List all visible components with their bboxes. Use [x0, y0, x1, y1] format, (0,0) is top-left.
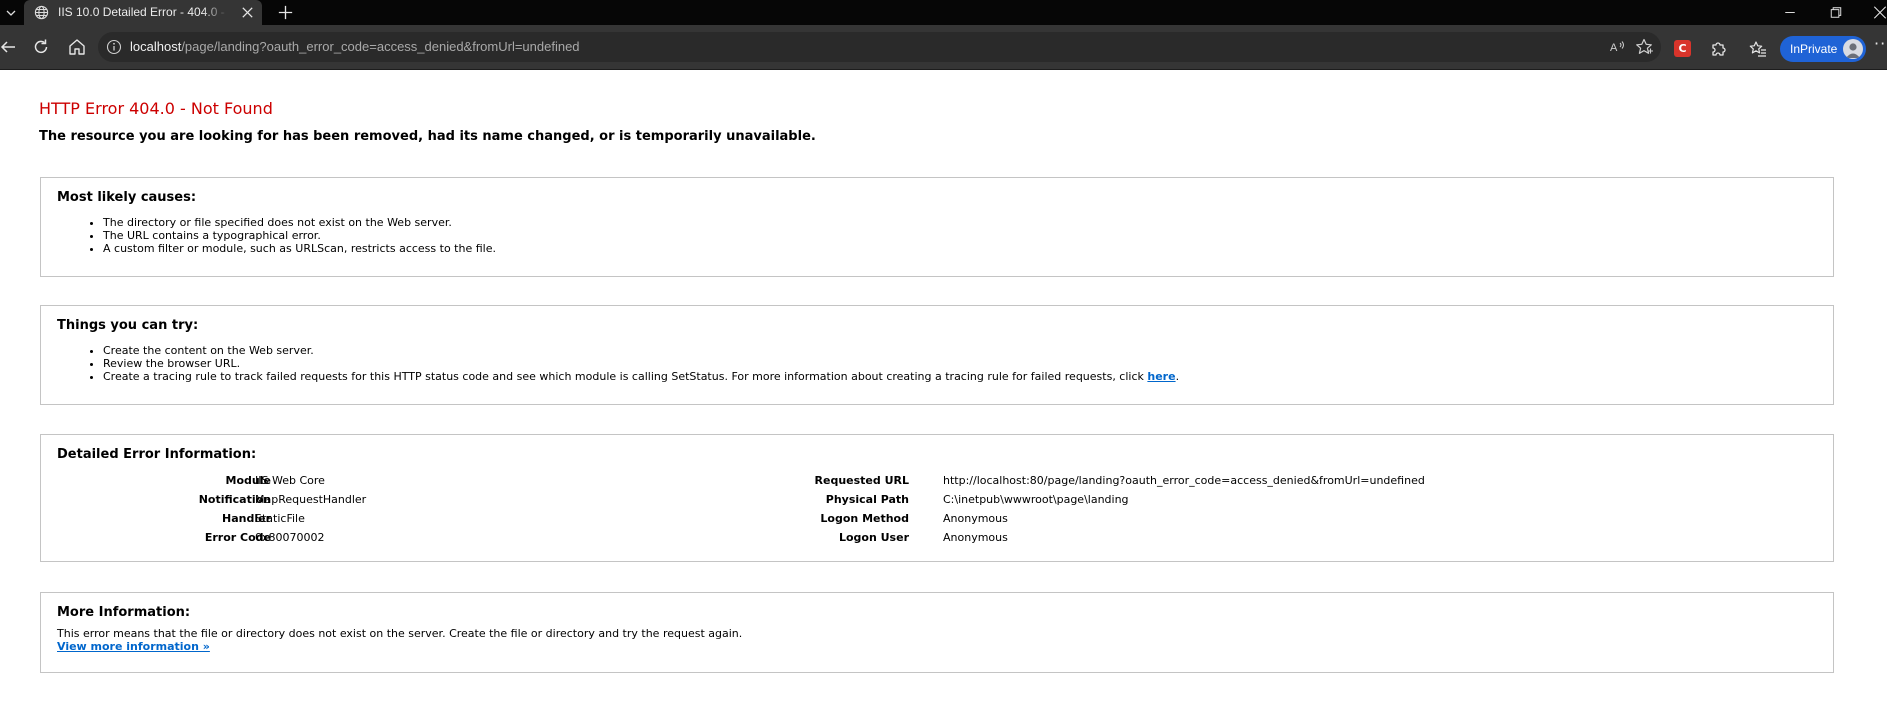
url-text: localhost/page/landing?oauth_error_code=… — [130, 32, 580, 62]
logon-user-label: Logon User — [838, 531, 909, 544]
url-host: localhost — [130, 39, 182, 54]
browser-toolbar: localhost/page/landing?oauth_error_code=… — [0, 25, 1887, 70]
tab-menu-icon[interactable] — [0, 0, 22, 25]
more-info-box: More Information: This error means that … — [40, 592, 1834, 673]
globe-icon — [34, 5, 49, 20]
details-left-values: IIS Web Core MapRequestHandler StaticFil… — [255, 471, 635, 547]
info-icon[interactable] — [106, 39, 122, 55]
details-right-labels: Requested URL Physical Path Logon Method… — [641, 471, 909, 547]
error-title: HTTP Error 404.0 - Not Found — [39, 99, 273, 118]
close-icon[interactable] — [240, 5, 255, 20]
active-tab[interactable]: IIS 10.0 Detailed Error - 404.0 - Not Fo… — [24, 0, 262, 25]
details-heading: Detailed Error Information: — [57, 447, 257, 462]
details-box: Detailed Error Information: Module Notif… — [40, 434, 1834, 562]
try-box: Things you can try: Create the content o… — [40, 305, 1834, 405]
causes-box: Most likely causes: The directory or fil… — [40, 177, 1834, 277]
logon-method-value: Anonymous — [943, 512, 1008, 525]
module-value: IIS Web Core — [255, 474, 325, 487]
list-item: Create a tracing rule to track failed re… — [103, 370, 1179, 383]
details-left-labels: Module Notification Handler Error Code — [129, 471, 271, 547]
favorites-icon[interactable] — [1748, 39, 1768, 59]
avatar-icon — [1843, 39, 1863, 59]
view-more-information-link[interactable]: View more information » — [57, 640, 210, 653]
extensions-icon[interactable] — [1708, 39, 1728, 59]
requested-url-label: Requested URL — [814, 474, 909, 487]
more-info-text: This error means that the file or direct… — [57, 627, 743, 640]
handler-label: Handler — [222, 512, 271, 525]
here-link[interactable]: here — [1147, 370, 1175, 383]
plus-icon[interactable] — [276, 3, 295, 22]
notification-label: Notification — [198, 493, 271, 506]
star-icon[interactable] — [1634, 37, 1654, 57]
logon-method-label: Logon Method — [820, 512, 909, 525]
physical-path-value: C:\inetpub\wwwroot\page\landing — [943, 493, 1129, 506]
notification-value: MapRequestHandler — [255, 493, 367, 506]
more-menu-button[interactable]: ··· — [1874, 36, 1887, 52]
physical-path-label: Physical Path — [825, 493, 909, 506]
requested-url-value: http://localhost:80/page/landing?oauth_e… — [943, 474, 1425, 487]
url-path: /page/landing?oauth_error_code=access_de… — [181, 39, 580, 54]
restore-icon[interactable] — [1826, 3, 1846, 22]
svg-text:A: A — [1610, 42, 1618, 54]
extension-badge[interactable]: C — [1674, 40, 1691, 57]
logon-user-value: Anonymous — [943, 531, 1008, 544]
module-label: Module — [225, 474, 271, 487]
list-item: The directory or file specified does not… — [103, 216, 496, 229]
read-aloud-icon[interactable]: A — [1608, 37, 1628, 57]
list-item: The URL contains a typographical error. — [103, 229, 496, 242]
error-subtitle: The resource you are looking for has bee… — [39, 129, 816, 144]
try-item-suffix: . — [1175, 370, 1180, 383]
refresh-icon[interactable] — [31, 37, 51, 57]
causes-heading: Most likely causes: — [57, 190, 197, 205]
error-code-label: Error Code — [204, 531, 271, 544]
try-heading: Things you can try: — [57, 318, 199, 333]
page-content: HTTP Error 404.0 - Not Found The resourc… — [0, 70, 1887, 711]
list-item: Create the content on the Web server. — [103, 344, 1179, 357]
try-list: Create the content on the Web server. Re… — [41, 344, 1179, 383]
back-icon[interactable] — [0, 37, 18, 57]
list-item: Review the browser URL. — [103, 357, 1179, 370]
minimize-icon[interactable] — [1780, 3, 1800, 22]
try-item-text: Create a tracing rule to track failed re… — [103, 370, 1148, 383]
error-code-value: 0x80070002 — [255, 531, 325, 544]
tab-strip: IIS 10.0 Detailed Error - 404.0 - Not Fo… — [0, 0, 1887, 25]
details-right-values: http://localhost:80/page/landing?oauth_e… — [943, 471, 1803, 547]
address-bar[interactable]: localhost/page/landing?oauth_error_code=… — [98, 32, 1661, 62]
causes-list: The directory or file specified does not… — [41, 216, 496, 255]
list-item: A custom filter or module, such as URLSc… — [103, 242, 496, 255]
inprivate-label: InPrivate — [1790, 42, 1838, 56]
home-icon[interactable] — [67, 37, 87, 57]
tab-title: IIS 10.0 Detailed Error - 404.0 - Not Fo… — [58, 5, 228, 19]
close-window-icon[interactable] — [1870, 3, 1887, 22]
handler-value: StaticFile — [255, 512, 305, 525]
more-info-heading: More Information: — [57, 605, 191, 620]
inprivate-button[interactable]: InPrivate — [1780, 36, 1866, 62]
